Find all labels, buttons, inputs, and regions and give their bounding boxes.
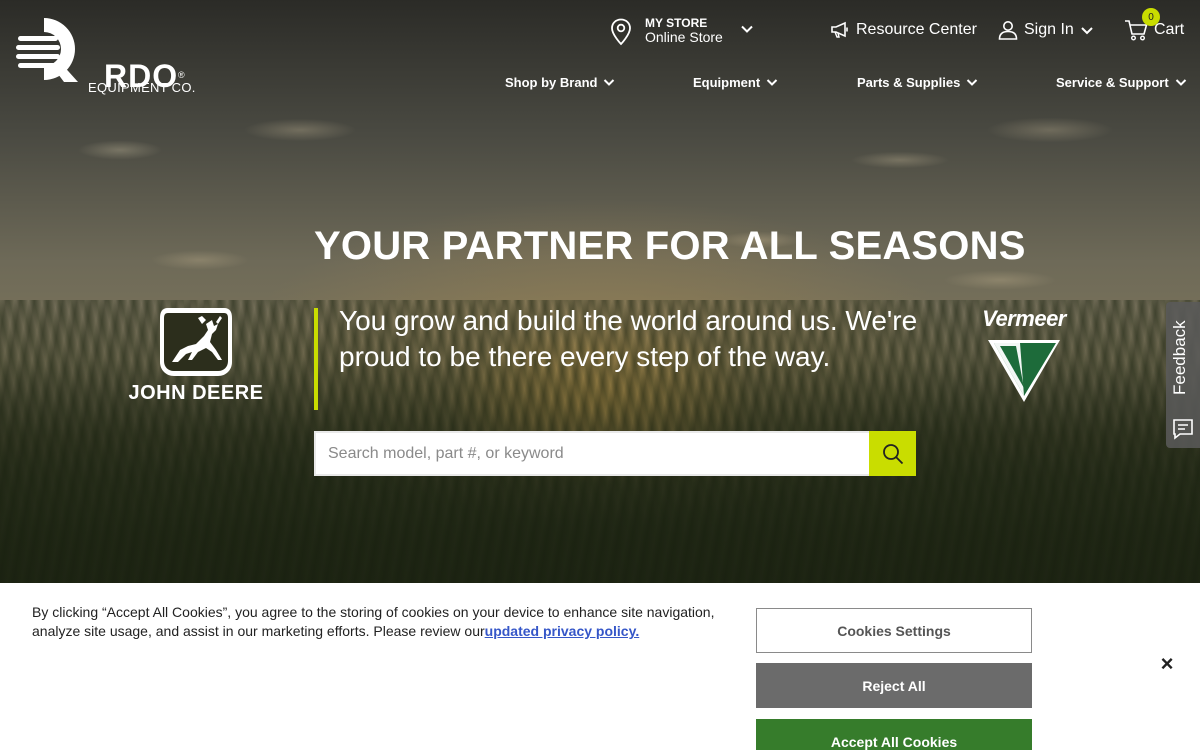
chevron-down-icon: [1175, 79, 1186, 86]
cart-label: Cart: [1154, 21, 1185, 38]
search-button[interactable]: [869, 431, 916, 476]
rdo-logo[interactable]: RDO ® EQUIPMENT CO.: [16, 16, 196, 98]
accept-all-cookies-button[interactable]: Accept All Cookies: [756, 719, 1032, 750]
chevron-down-icon: [967, 79, 978, 86]
hero-tagline: You grow and build the world around us. …: [339, 305, 918, 372]
search-icon: [882, 443, 903, 464]
search-input[interactable]: [314, 431, 869, 476]
rdo-logo-mark-icon: [16, 18, 78, 82]
nav-label: Parts & Supplies: [857, 74, 961, 90]
cookies-settings-button[interactable]: Cookies Settings: [756, 608, 1032, 653]
feedback-tab[interactable]: Feedback: [1166, 302, 1200, 448]
resource-center-link[interactable]: Resource Center: [830, 18, 977, 42]
vermeer-wordmark: Vermeer: [982, 306, 1066, 331]
nav-shop-by-brand[interactable]: Shop by Brand: [505, 72, 615, 92]
user-icon: [998, 21, 1018, 40]
feedback-label: Feedback: [1170, 320, 1189, 396]
privacy-policy-link[interactable]: updated privacy policy.: [485, 623, 640, 639]
megaphone-icon: [831, 21, 848, 38]
chevron-down-icon: [741, 25, 753, 33]
nav-label: Service & Support: [1056, 74, 1169, 90]
vermeer-logo[interactable]: Vermeer: [972, 306, 1076, 406]
cookie-banner: By clicking “Accept All Cookies”, you ag…: [0, 583, 1200, 750]
store-label: MY STORE: [645, 16, 708, 30]
nav-equipment[interactable]: Equipment: [693, 72, 778, 92]
nav-label: Shop by Brand: [505, 74, 598, 90]
store-value: Online Store: [645, 29, 723, 45]
logo-registered-mark: ®: [178, 70, 185, 80]
tagline-accent-bar: [314, 308, 318, 410]
chevron-down-icon: [604, 79, 615, 86]
nav-service-support[interactable]: Service & Support: [1056, 72, 1187, 92]
sign-in-link[interactable]: Sign In: [998, 18, 1094, 42]
chevron-down-icon: [1081, 27, 1093, 35]
close-icon[interactable]: ×: [1156, 651, 1178, 676]
store-selector[interactable]: MY STORE Online Store: [608, 14, 768, 48]
chevron-down-icon: [766, 79, 778, 86]
john-deere-deer-icon: [160, 308, 232, 376]
john-deere-logo[interactable]: JOHN DEERE: [120, 306, 272, 408]
nav-label: Equipment: [693, 74, 761, 90]
nav-parts-supplies[interactable]: Parts & Supplies: [857, 72, 978, 92]
chat-bubble-icon: [1173, 419, 1193, 440]
vermeer-v-icon: [988, 340, 1060, 402]
location-pin-icon: [611, 18, 631, 46]
resource-center-label: Resource Center: [856, 21, 977, 38]
logo-subtitle: EQUIPMENT CO.: [88, 80, 196, 95]
hero-headline: YOUR PARTNER FOR ALL SEASONS: [314, 224, 1026, 268]
sign-in-label: Sign In: [1024, 21, 1074, 38]
john-deere-wordmark: JOHN DEERE: [128, 382, 264, 404]
cookie-message: By clicking “Accept All Cookies”, you ag…: [32, 603, 732, 641]
cart-count-badge: 0: [1142, 8, 1160, 26]
search-bar: [314, 431, 916, 476]
reject-all-button[interactable]: Reject All: [756, 663, 1032, 708]
